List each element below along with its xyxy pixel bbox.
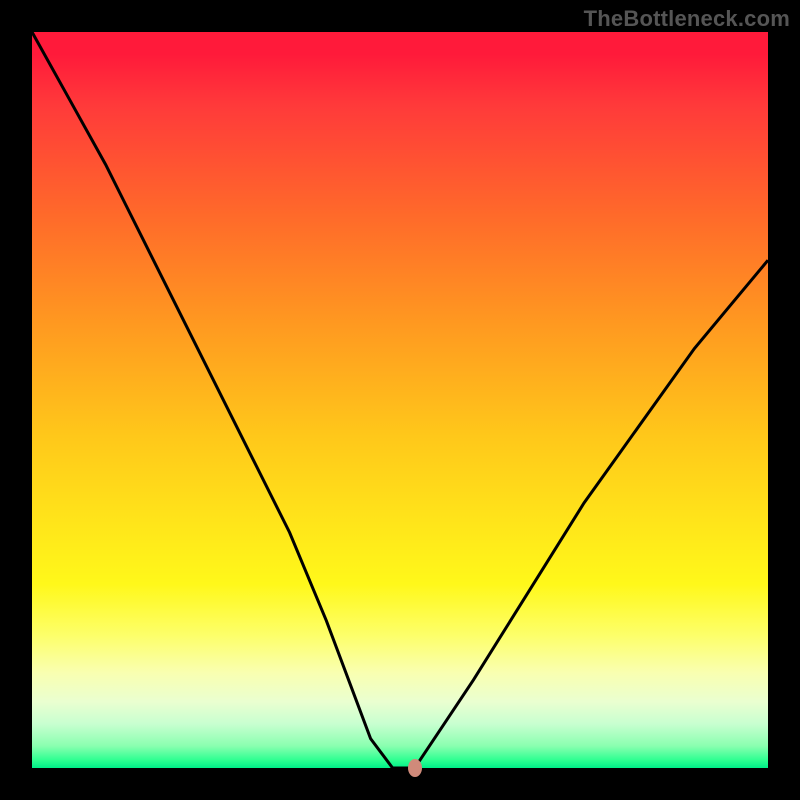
chart-plot-area — [32, 32, 768, 768]
watermark-text: TheBottleneck.com — [584, 6, 790, 32]
optimal-point-marker — [408, 759, 422, 777]
chart-line-svg — [32, 32, 768, 768]
bottleneck-curve — [32, 32, 768, 768]
